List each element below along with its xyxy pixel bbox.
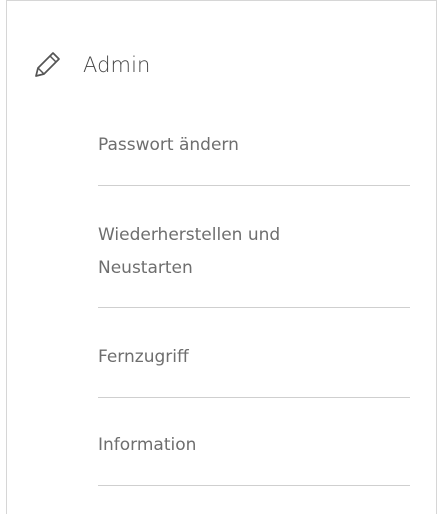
- divider: [98, 185, 410, 186]
- menu-item-label: Passwort ändern: [98, 135, 239, 155]
- menu-item-change-password[interactable]: Passwort ändern: [98, 129, 410, 189]
- menu-item-label: Wiederherstellen und Neustarten: [98, 225, 281, 278]
- pencil-icon: [31, 49, 63, 81]
- admin-menu-panel: Admin Passwort ändern Wiederherstellen u…: [6, 0, 437, 514]
- menu-item-label: Fernzugriff: [98, 347, 189, 367]
- admin-section-header[interactable]: Admin: [31, 45, 150, 85]
- menu-item-remote-access[interactable]: Fernzugriff: [98, 341, 410, 401]
- divider: [98, 485, 410, 486]
- menu-item-information[interactable]: Information: [98, 429, 410, 489]
- admin-section-title: Admin: [83, 53, 151, 77]
- menu-item-label: Information: [98, 435, 197, 455]
- divider: [98, 397, 410, 398]
- divider: [98, 307, 410, 308]
- menu-item-restore-restart[interactable]: Wiederherstellen und Neustarten: [98, 219, 410, 314]
